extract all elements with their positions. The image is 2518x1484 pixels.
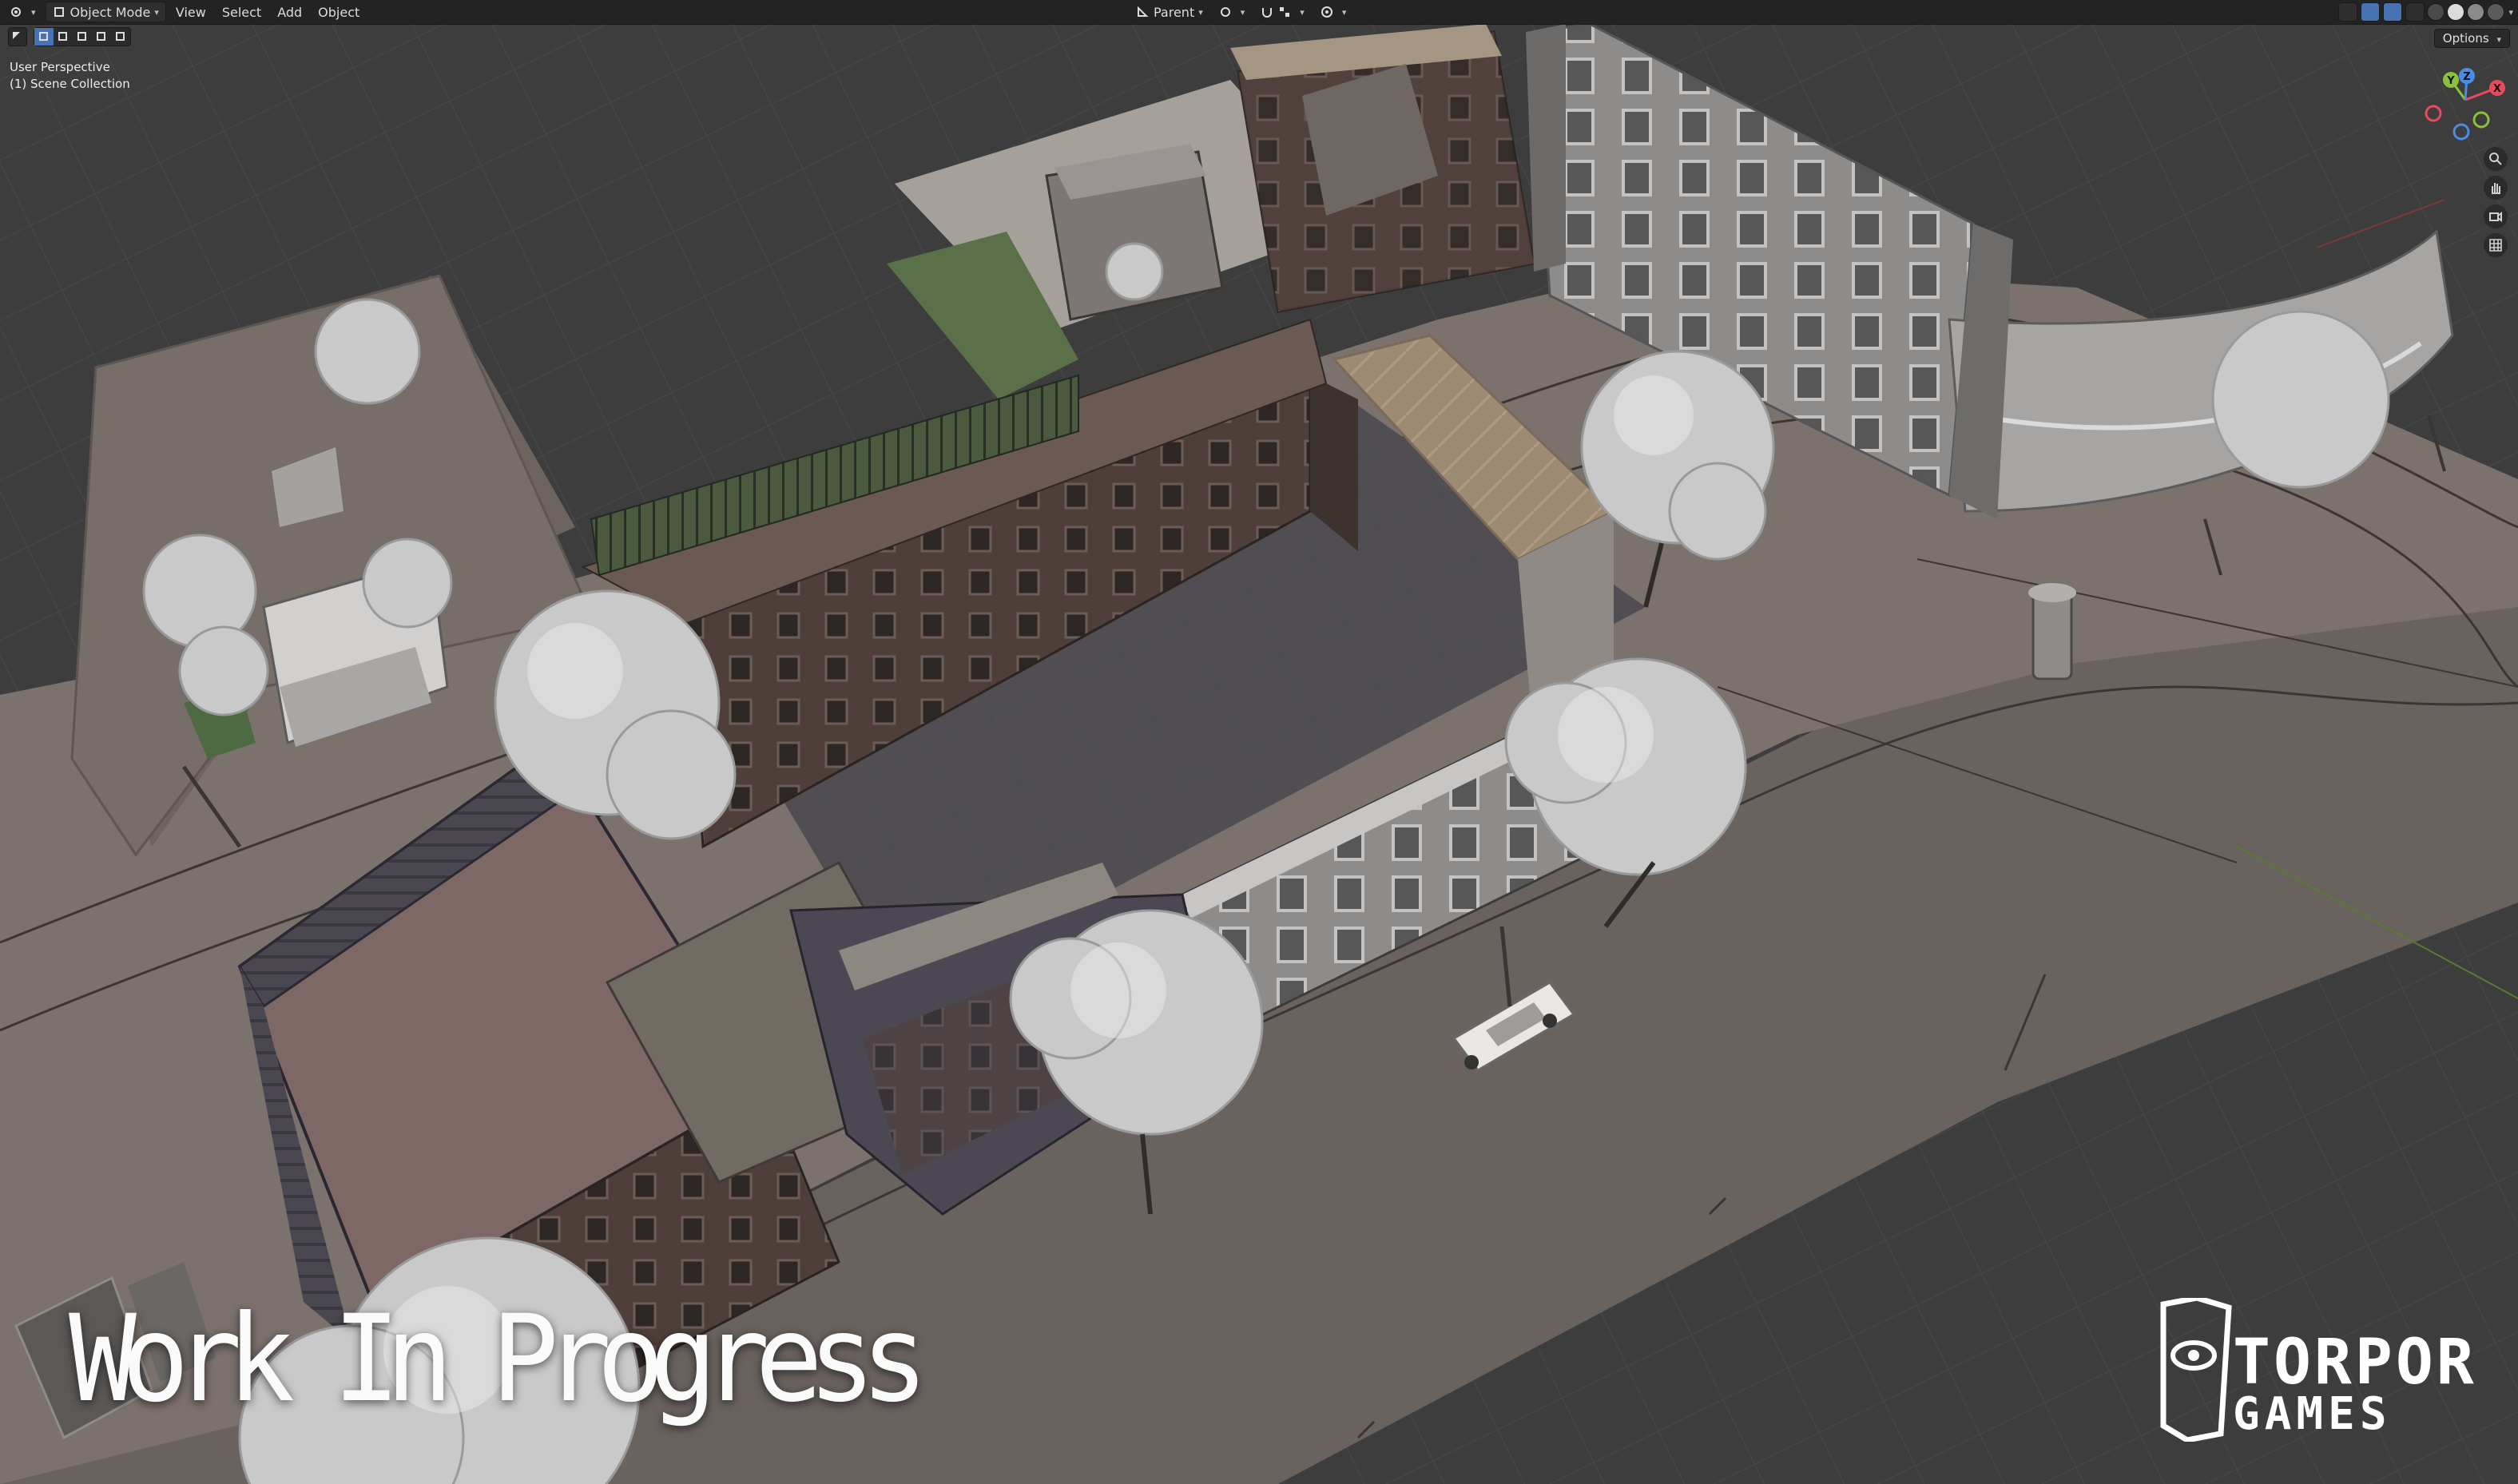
grid-icon	[2489, 239, 2502, 252]
proportional-edit-toggle[interactable]: ▾	[1314, 2, 1353, 22]
chevron-down-icon: ▾	[154, 6, 159, 18]
pivot-point-dropdown[interactable]: ▾	[1213, 2, 1252, 22]
axis-y-label: Y	[2446, 75, 2455, 87]
options-label: Options	[2442, 31, 2489, 46]
camera-icon	[2489, 212, 2502, 222]
ortho-toggle-button[interactable]	[2484, 233, 2508, 257]
gizmo-toggle-icon[interactable]	[2361, 2, 2381, 22]
axis-x-label: X	[2493, 83, 2501, 95]
axis-z-label: Z	[2463, 71, 2470, 83]
object-mode-label: Object Mode	[70, 4, 151, 20]
menu-view-label: View	[175, 4, 206, 20]
magnet-icon	[1262, 8, 1273, 18]
transform-controls: Parent ▾ ▾ ▾ ▾	[1126, 2, 1352, 22]
city-block-scene	[0, 0, 2518, 1484]
editor-type-button[interactable]: ▾	[3, 2, 42, 22]
zoom-button[interactable]	[2484, 147, 2508, 171]
collection-label: (1) Scene Collection	[10, 77, 130, 91]
perspective-label: User Perspective	[10, 60, 110, 74]
3d-viewport[interactable]	[0, 0, 2518, 1484]
viewport-header: ▾ Object Mode ▾ View Select Add Object P…	[0, 0, 2518, 25]
view3d-icon	[11, 7, 21, 17]
overlay-toggle-icon[interactable]	[2383, 2, 2403, 22]
tool-header	[8, 27, 131, 46]
rendered-shading-icon[interactable]	[2487, 3, 2505, 21]
menu-select[interactable]: Select	[216, 2, 268, 22]
logo-text: TORPOR GAMES	[2233, 1327, 2477, 1440]
viewport-info: User Perspective (1) Scene Collection	[10, 59, 130, 93]
proportional-edit-icon	[1321, 6, 1332, 18]
menu-view[interactable]: View	[169, 2, 212, 22]
pivot-icon	[1220, 7, 1230, 17]
pivot-label: Parent	[1154, 4, 1195, 20]
chevron-down-icon: ▾	[1341, 6, 1347, 18]
chevron-down-icon[interactable]: ▾	[2508, 7, 2513, 18]
object-mode-dropdown[interactable]: Object Mode ▾	[45, 2, 166, 22]
logo-line-torpor: TORPOR	[2233, 1327, 2477, 1399]
solid-shading-icon[interactable]	[2447, 3, 2465, 21]
pan-button[interactable]	[2484, 176, 2508, 200]
menu-add[interactable]: Add	[271, 2, 308, 22]
chevron-down-icon: ▾	[2496, 34, 2501, 45]
orientation-icon	[1138, 6, 1149, 17]
wireframe-shading-icon[interactable]	[2427, 3, 2445, 21]
navigation-gizmo[interactable]: X Y Z	[2417, 64, 2513, 144]
menu-select-label: Select	[221, 4, 262, 20]
snap-grid-icon	[1280, 7, 1290, 17]
select-subtract-icon[interactable]	[73, 28, 92, 46]
hand-icon	[2492, 183, 2500, 194]
chevron-down-icon: ▾	[1198, 6, 1203, 18]
work-in-progress-watermark: Work In Progress	[69, 1290, 928, 1429]
menu-object[interactable]: Object	[312, 2, 366, 22]
select-invert-icon[interactable]	[92, 28, 111, 46]
select-new-icon[interactable]	[34, 28, 54, 46]
menu-add-label: Add	[277, 4, 303, 20]
logo-line-games: GAMES	[2233, 1388, 2392, 1440]
chevron-down-icon: ▾	[31, 6, 36, 18]
transform-orientation-dropdown[interactable]: Parent ▾	[1130, 2, 1209, 22]
chevron-down-icon: ▾	[1240, 6, 1245, 18]
options-button[interactable]: Options ▾	[2433, 29, 2510, 48]
menu-object-label: Object	[318, 4, 360, 20]
viewport-display-controls: ▾	[2335, 2, 2513, 22]
chevron-down-icon: ▾	[1300, 6, 1305, 18]
camera-view-button[interactable]	[2484, 204, 2508, 228]
magnifier-icon	[2489, 153, 2502, 165]
visibility-icon[interactable]	[2338, 2, 2358, 22]
axis-neg-z-handle[interactable]	[2452, 123, 2470, 141]
object-mode-icon	[54, 7, 64, 17]
select-tool-icon[interactable]	[8, 27, 27, 46]
snap-toggle[interactable]: ▾	[1254, 2, 1311, 22]
axis-neg-x-handle[interactable]	[2425, 105, 2442, 122]
xray-toggle-icon[interactable]	[2405, 2, 2425, 22]
material-preview-icon[interactable]	[2467, 3, 2485, 21]
axis-neg-y-handle[interactable]	[2472, 111, 2490, 129]
selection-mode-group	[34, 27, 131, 46]
select-extend-icon[interactable]	[54, 28, 73, 46]
select-intersect-icon[interactable]	[111, 28, 130, 46]
